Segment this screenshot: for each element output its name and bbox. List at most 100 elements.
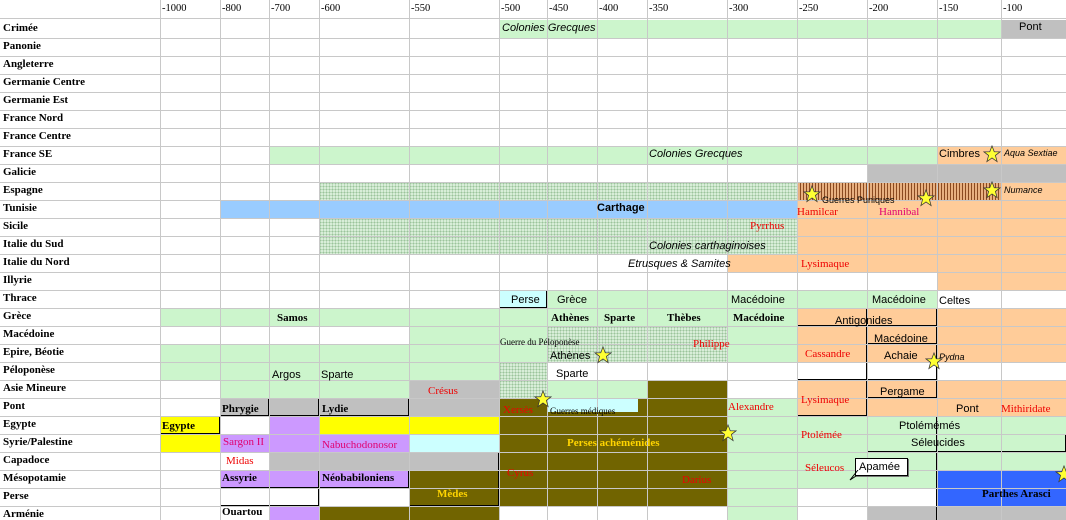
apamee-callout: Apamée xyxy=(855,458,908,476)
label-parthes: Parthes Arasci xyxy=(982,488,1051,500)
label-sargon: Sargon II xyxy=(223,436,265,448)
label-thebes: Thèbes xyxy=(667,312,701,324)
region-label: Sicile xyxy=(3,220,29,232)
region-label: Pont xyxy=(3,400,25,412)
period-block xyxy=(269,146,937,164)
label-sparte-pel: Sparte xyxy=(321,369,354,381)
grid-row-line xyxy=(0,92,1066,93)
region-label: Italie du Sud xyxy=(3,238,64,250)
star-icon xyxy=(983,181,1001,199)
region-label: Germanie Centre xyxy=(3,76,85,88)
label-ouartou: Ouartou xyxy=(222,506,263,518)
label-cassandre: Cassandre xyxy=(805,348,851,360)
label-xerses: Xersès xyxy=(503,404,533,416)
year-header: -800 xyxy=(222,3,242,14)
label-celtes: Celtes xyxy=(939,295,971,307)
period-block xyxy=(319,488,409,506)
period-block xyxy=(319,182,797,200)
grid-row-line xyxy=(0,506,1066,507)
period-block xyxy=(409,434,499,452)
region-label: Espagne xyxy=(3,184,43,196)
border-box xyxy=(269,398,319,416)
grid-col-line xyxy=(547,0,548,520)
grid-row-line xyxy=(0,182,1066,183)
star-icon xyxy=(1055,465,1066,483)
star-icon xyxy=(719,424,737,442)
label-sparte-b: Sparte xyxy=(604,312,636,324)
label-apamee: Apamée xyxy=(859,461,900,473)
label-macedoine-thrace-1: Macédoine xyxy=(731,294,785,306)
grid-row-line xyxy=(0,362,1066,363)
grid-row-line xyxy=(0,380,1066,381)
border-box xyxy=(867,434,1066,452)
label-pergame: Pergame xyxy=(880,386,925,398)
label-pont-top: Pont xyxy=(1019,21,1042,33)
label-samos: Samos xyxy=(277,312,308,324)
year-header: -600 xyxy=(321,3,341,14)
region-label: Germanie Est xyxy=(3,94,69,106)
grid-row-line xyxy=(0,56,1066,57)
star-icon xyxy=(803,185,821,203)
grid-row-line xyxy=(0,236,1066,237)
region-label: France Nord xyxy=(3,112,64,124)
star-icon xyxy=(534,390,552,408)
grid-col-line xyxy=(867,0,868,520)
label-guerre-peloponese: Guerre du Péloponèse xyxy=(500,337,580,347)
grid-row-line xyxy=(0,488,1066,489)
label-assyrie: Assyrie xyxy=(222,472,257,484)
label-colonies-carthaginoises: Colonies carthaginoises xyxy=(649,240,766,252)
grid-row-line xyxy=(0,110,1066,111)
label-grece-thrace: Grèce xyxy=(557,294,587,306)
label-argos: Argos xyxy=(272,369,301,381)
grid-row-line xyxy=(0,308,1066,309)
label-athenes: Athènes xyxy=(550,350,591,362)
label-medes: Mèdes xyxy=(437,488,468,500)
label-lysimaque-italie: Lysimaque xyxy=(801,258,850,270)
grid-row-line xyxy=(0,398,1066,399)
period-block xyxy=(220,200,797,218)
grid-col-line xyxy=(319,0,320,520)
period-block xyxy=(647,380,727,398)
grid-col-line xyxy=(269,0,270,520)
region-label: Angleterre xyxy=(3,58,54,70)
region-label: Capadoce xyxy=(3,454,50,466)
region-label: Macédoine xyxy=(3,328,55,340)
grid-row-line xyxy=(0,218,1066,219)
label-macedoine-thrace-2: Macédoine xyxy=(872,294,926,306)
star-icon xyxy=(594,346,612,364)
grid-row-line xyxy=(0,254,1066,255)
region-label: Epire, Béotie xyxy=(3,346,64,358)
label-etrusques: Etrusques & Samites xyxy=(628,258,731,270)
grid-row-line xyxy=(0,146,1066,147)
grid-row-line xyxy=(0,200,1066,201)
label-colonies-grecques-crimee: Colonies Grecques xyxy=(502,22,596,34)
label-pont: Pont xyxy=(956,403,979,415)
callout-tail-icon xyxy=(849,470,859,481)
region-label: Perse xyxy=(3,490,29,502)
label-lysimaque-am: Lysimaque xyxy=(801,394,850,406)
region-label: Italie du Nord xyxy=(3,256,70,268)
year-header: -300 xyxy=(729,3,749,14)
region-label: Panonie xyxy=(3,40,41,52)
year-header: -500 xyxy=(501,3,521,14)
region-label: Tunisie xyxy=(3,202,37,214)
timeline-spreadsheet: -1000 -800 -700 -600 -550 -500 -450 -400 -350 -30… xyxy=(0,0,1066,520)
label-macedoine-box: Macédoine xyxy=(874,333,928,345)
grid-row-line xyxy=(0,272,1066,273)
region-label: Galicie xyxy=(3,166,36,178)
label-perses-achemenides: Perses achéménides xyxy=(567,437,660,449)
label-pyrrhus: Pyrrhus xyxy=(750,220,785,232)
region-label: Thrace xyxy=(3,292,37,304)
label-sparte-p2: Sparte xyxy=(556,368,589,380)
grid-col-line xyxy=(409,0,410,520)
year-header: -550 xyxy=(411,3,431,14)
region-label: Péloponèse xyxy=(3,364,55,376)
grid-col-line xyxy=(499,0,500,520)
year-header: -100 xyxy=(1003,3,1023,14)
label-seleucos: Séleucos xyxy=(805,462,845,474)
year-header: -150 xyxy=(939,3,959,14)
label-macedoine-b: Macédoine xyxy=(733,312,785,324)
label-cresus: Crésus xyxy=(428,385,458,397)
label-numance: Numance xyxy=(1004,185,1043,195)
grid-col-line xyxy=(797,0,798,520)
